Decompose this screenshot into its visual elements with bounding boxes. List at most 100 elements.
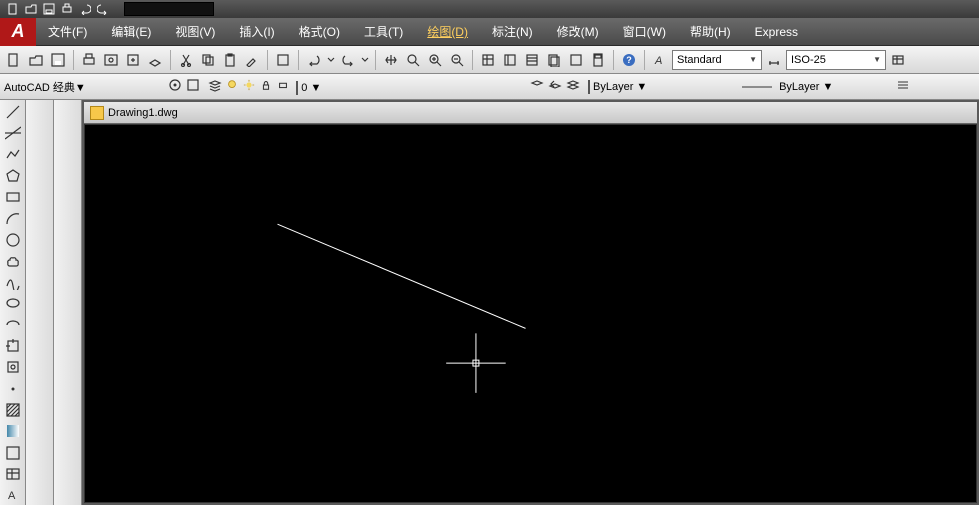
redo-dropdown[interactable] <box>360 50 370 70</box>
calc-button[interactable] <box>588 50 608 70</box>
menu-dimension[interactable]: 标注(N) <box>480 19 545 44</box>
revcloud-tool[interactable] <box>2 251 24 270</box>
workspace-settings-button[interactable] <box>168 78 182 95</box>
spline-tool[interactable] <box>2 273 24 292</box>
make-block-tool[interactable] <box>2 358 24 377</box>
qat-new-icon[interactable] <box>6 2 20 16</box>
menu-view[interactable]: 视图(V) <box>163 19 227 44</box>
mtext-tool[interactable]: A <box>2 486 24 505</box>
circle-tool[interactable] <box>2 230 24 249</box>
match-props-button[interactable] <box>242 50 262 70</box>
menu-express[interactable]: Express <box>743 21 810 43</box>
table-tool[interactable] <box>2 464 24 483</box>
drawn-line[interactable] <box>278 224 526 328</box>
text-style-combo[interactable]: Standard▼ <box>672 50 762 70</box>
app-logo[interactable]: A <box>0 18 36 46</box>
modify-toolbar-group: H <box>26 100 82 505</box>
open-button[interactable] <box>26 50 46 70</box>
workspace-value: AutoCAD 经典 <box>4 82 75 94</box>
copy-button[interactable] <box>198 50 218 70</box>
table-style-button[interactable] <box>888 50 908 70</box>
paste-button[interactable] <box>220 50 240 70</box>
polygon-tool[interactable] <box>2 166 24 185</box>
window-preview-thumbnail <box>124 2 214 16</box>
zoom-previous-button[interactable] <box>447 50 467 70</box>
color-swatch <box>588 80 590 94</box>
layer-states-button[interactable] <box>566 78 580 95</box>
tool-palettes-button[interactable] <box>522 50 542 70</box>
linetype-value: ByLayer <box>779 81 819 93</box>
qat-redo-icon[interactable] <box>96 2 110 16</box>
zoom-window-button[interactable] <box>425 50 445 70</box>
separator <box>298 50 299 70</box>
dim-style-combo[interactable]: ISO-25▼ <box>786 50 886 70</box>
sun-icon <box>243 79 255 91</box>
separator <box>644 50 645 70</box>
qat-save-icon[interactable] <box>42 2 56 16</box>
xline-tool[interactable] <box>2 123 24 142</box>
document-tab[interactable]: Drawing1.dwg <box>84 102 977 124</box>
lineweight-button[interactable] <box>896 78 910 95</box>
workspace-save-button[interactable] <box>186 78 200 95</box>
text-style-value: Standard <box>677 54 722 66</box>
menu-insert[interactable]: 插入(I) <box>227 19 286 44</box>
pan-button[interactable] <box>381 50 401 70</box>
properties-button[interactable] <box>478 50 498 70</box>
menu-modify[interactable]: 修改(M) <box>545 19 611 44</box>
markup-button[interactable] <box>566 50 586 70</box>
ellipse-arc-tool[interactable] <box>2 315 24 334</box>
design-center-button[interactable] <box>500 50 520 70</box>
workspace-combo[interactable]: AutoCAD 经典▼ <box>4 79 164 95</box>
color-combo[interactable]: ByLayer ▼ <box>588 81 738 93</box>
line-tool[interactable] <box>2 102 24 121</box>
separator <box>375 50 376 70</box>
menu-tools[interactable]: 工具(T) <box>352 19 415 44</box>
svg-text:A: A <box>654 55 662 67</box>
menu-format[interactable]: 格式(O) <box>287 19 352 44</box>
new-button[interactable] <box>4 50 24 70</box>
undo-dropdown[interactable] <box>326 50 336 70</box>
publish-button[interactable] <box>123 50 143 70</box>
sheet-set-button[interactable] <box>544 50 564 70</box>
hatch-tool[interactable] <box>2 400 24 419</box>
point-tool[interactable] <box>2 379 24 398</box>
region-tool[interactable] <box>2 443 24 462</box>
layer-off-button[interactable] <box>530 78 544 95</box>
document-container: Drawing1.dwg <box>82 100 979 505</box>
rectangle-tool[interactable] <box>2 187 24 206</box>
plot-preview-button[interactable] <box>101 50 121 70</box>
ellipse-tool[interactable] <box>2 294 24 313</box>
menu-edit[interactable]: 编辑(E) <box>99 19 163 44</box>
qat-open-icon[interactable] <box>24 2 38 16</box>
layer-name: 0 <box>301 82 307 94</box>
qat-print-icon[interactable] <box>60 2 74 16</box>
linetype-combo[interactable]: ByLayer ▼ <box>742 81 892 93</box>
menu-help[interactable]: 帮助(H) <box>678 19 743 44</box>
modify-toolbar-b <box>54 100 82 505</box>
menu-file[interactable]: 文件(F) <box>36 19 99 44</box>
gradient-tool[interactable] <box>2 422 24 441</box>
menu-draw[interactable]: 绘图(D) <box>415 19 480 44</box>
save-button[interactable] <box>48 50 68 70</box>
plot-button[interactable] <box>79 50 99 70</box>
drawing-canvas[interactable] <box>84 124 977 503</box>
dim-style-icon[interactable] <box>764 50 784 70</box>
layer-properties-button[interactable] <box>208 78 222 95</box>
polyline-tool[interactable] <box>2 145 24 164</box>
block-editor-button[interactable] <box>273 50 293 70</box>
3dprint-button[interactable] <box>145 50 165 70</box>
redo-button[interactable] <box>338 50 358 70</box>
zoom-realtime-button[interactable] <box>403 50 423 70</box>
qat-undo-icon[interactable] <box>78 2 92 16</box>
cut-button[interactable] <box>176 50 196 70</box>
color-value: ByLayer <box>593 81 633 93</box>
chevron-down-icon: ▼ <box>310 82 321 94</box>
menu-window[interactable]: 窗口(W) <box>611 19 678 44</box>
layer-prev-button[interactable] <box>548 78 562 95</box>
help-button[interactable]: ? <box>619 50 639 70</box>
undo-button[interactable] <box>304 50 324 70</box>
text-style-icon[interactable]: A <box>650 50 670 70</box>
layer-combo[interactable]: 0 ▼ <box>226 79 526 94</box>
arc-tool[interactable] <box>2 209 24 228</box>
insert-block-tool[interactable] <box>2 336 24 355</box>
